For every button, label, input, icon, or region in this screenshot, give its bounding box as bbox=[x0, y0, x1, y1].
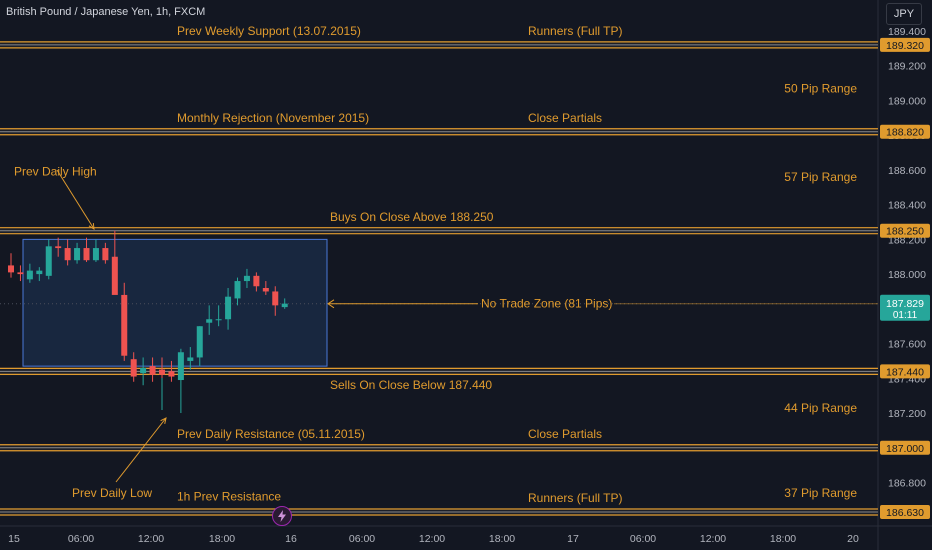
price-tag-label: 187.000 bbox=[886, 443, 924, 455]
annotation-label: 44 Pip Range bbox=[784, 401, 857, 415]
price-tag-label: 186.630 bbox=[886, 507, 924, 519]
current-price-label: 187.829 bbox=[886, 298, 924, 310]
price-tag-label: 188.250 bbox=[886, 226, 924, 238]
lightning-glyph bbox=[278, 510, 286, 522]
x-tick-label: 06:00 bbox=[349, 533, 375, 545]
y-tick-label: 189.000 bbox=[888, 95, 926, 107]
annotation-label: Prev Daily High bbox=[14, 165, 97, 179]
candle-body bbox=[187, 357, 194, 361]
candle-body bbox=[253, 275, 260, 287]
annotation-label: 57 Pip Range bbox=[784, 170, 857, 184]
x-tick-label: 18:00 bbox=[770, 533, 796, 545]
x-tick-label: 16 bbox=[285, 533, 297, 545]
annotation-label: Runners (Full TP) bbox=[528, 24, 622, 38]
price-tag-label: 188.820 bbox=[886, 127, 924, 139]
candle-body bbox=[64, 248, 71, 261]
candle-body bbox=[234, 281, 241, 299]
candle-body bbox=[215, 319, 222, 321]
y-tick-label: 187.600 bbox=[888, 339, 926, 351]
candle-body bbox=[262, 287, 269, 292]
candle-body bbox=[121, 294, 128, 356]
x-tick-label: 15 bbox=[8, 533, 20, 545]
annotation-label: Close Partials bbox=[528, 427, 602, 441]
currency-button[interactable]: JPY bbox=[886, 3, 922, 25]
annotation-label: Monthly Rejection (November 2015) bbox=[177, 111, 369, 125]
annotation-label: Prev Daily Resistance (05.11.2015) bbox=[177, 427, 365, 441]
candle-body bbox=[55, 246, 62, 249]
annotation-label: Close Partials bbox=[528, 111, 602, 125]
annotation-label: Prev Daily Low bbox=[72, 486, 152, 500]
candle-body bbox=[102, 248, 109, 261]
annotation-label: Prev Weekly Support (13.07.2015) bbox=[177, 24, 361, 38]
x-tick-label: 12:00 bbox=[700, 533, 726, 545]
candle-body bbox=[196, 326, 203, 358]
candle-body bbox=[130, 359, 137, 377]
x-tick-label: 18:00 bbox=[489, 533, 515, 545]
y-tick-label: 188.000 bbox=[888, 269, 926, 281]
annotation-label: Sells On Close Below 187.440 bbox=[330, 378, 492, 392]
candle-body bbox=[26, 270, 33, 280]
candle-body bbox=[177, 352, 184, 381]
candle-body bbox=[74, 248, 81, 261]
y-tick-label: 188.600 bbox=[888, 165, 926, 177]
y-tick-label: 188.400 bbox=[888, 200, 926, 212]
price-tag-label: 187.440 bbox=[886, 366, 924, 378]
candle-body bbox=[140, 367, 147, 374]
candle-body bbox=[45, 246, 52, 276]
annotation-label: 37 Pip Range bbox=[784, 486, 857, 500]
x-tick-label: 12:00 bbox=[138, 533, 164, 545]
candle-body bbox=[17, 272, 24, 275]
candle-body bbox=[272, 291, 279, 306]
annotation-label: 50 Pip Range bbox=[784, 81, 857, 95]
candle-body bbox=[159, 369, 166, 375]
x-tick-label: 06:00 bbox=[68, 533, 94, 545]
annotation-label: Buys On Close Above 188.250 bbox=[330, 210, 494, 224]
y-tick-label: 186.800 bbox=[888, 477, 926, 489]
candle-body bbox=[111, 256, 118, 295]
candle-body bbox=[149, 366, 156, 375]
candle-body bbox=[92, 248, 99, 261]
candle-body bbox=[168, 371, 175, 377]
annotation-label: No Trade Zone (81 Pips) bbox=[481, 297, 612, 311]
annotation-label: 1h Prev Resistance bbox=[177, 489, 281, 503]
y-tick-label: 189.200 bbox=[888, 61, 926, 73]
price-tag-label: 189.320 bbox=[886, 40, 924, 52]
x-tick-label: 18:00 bbox=[209, 533, 235, 545]
x-tick-label: 17 bbox=[567, 533, 579, 545]
symbol-title: British Pound / Japanese Yen, 1h, FXCM bbox=[6, 6, 206, 18]
candle-body bbox=[243, 275, 250, 282]
candle-body bbox=[225, 296, 232, 320]
candle-body bbox=[83, 248, 90, 261]
candle-body bbox=[8, 265, 14, 273]
y-tick-label: 187.200 bbox=[888, 408, 926, 420]
x-tick-label: 12:00 bbox=[419, 533, 445, 545]
candle-body bbox=[281, 303, 288, 308]
candle-body bbox=[206, 319, 213, 323]
price-chart[interactable]: 186.800187.000187.200187.400187.600187.8… bbox=[0, 0, 932, 550]
annotation-label: Runners (Full TP) bbox=[528, 491, 622, 505]
x-tick-label: 06:00 bbox=[630, 533, 656, 545]
candle-body bbox=[36, 270, 43, 275]
x-tick-label: 20 bbox=[847, 533, 859, 545]
countdown-label: 01:11 bbox=[893, 310, 918, 321]
lightning-icon[interactable] bbox=[272, 506, 292, 526]
y-tick-label: 189.400 bbox=[888, 26, 926, 38]
